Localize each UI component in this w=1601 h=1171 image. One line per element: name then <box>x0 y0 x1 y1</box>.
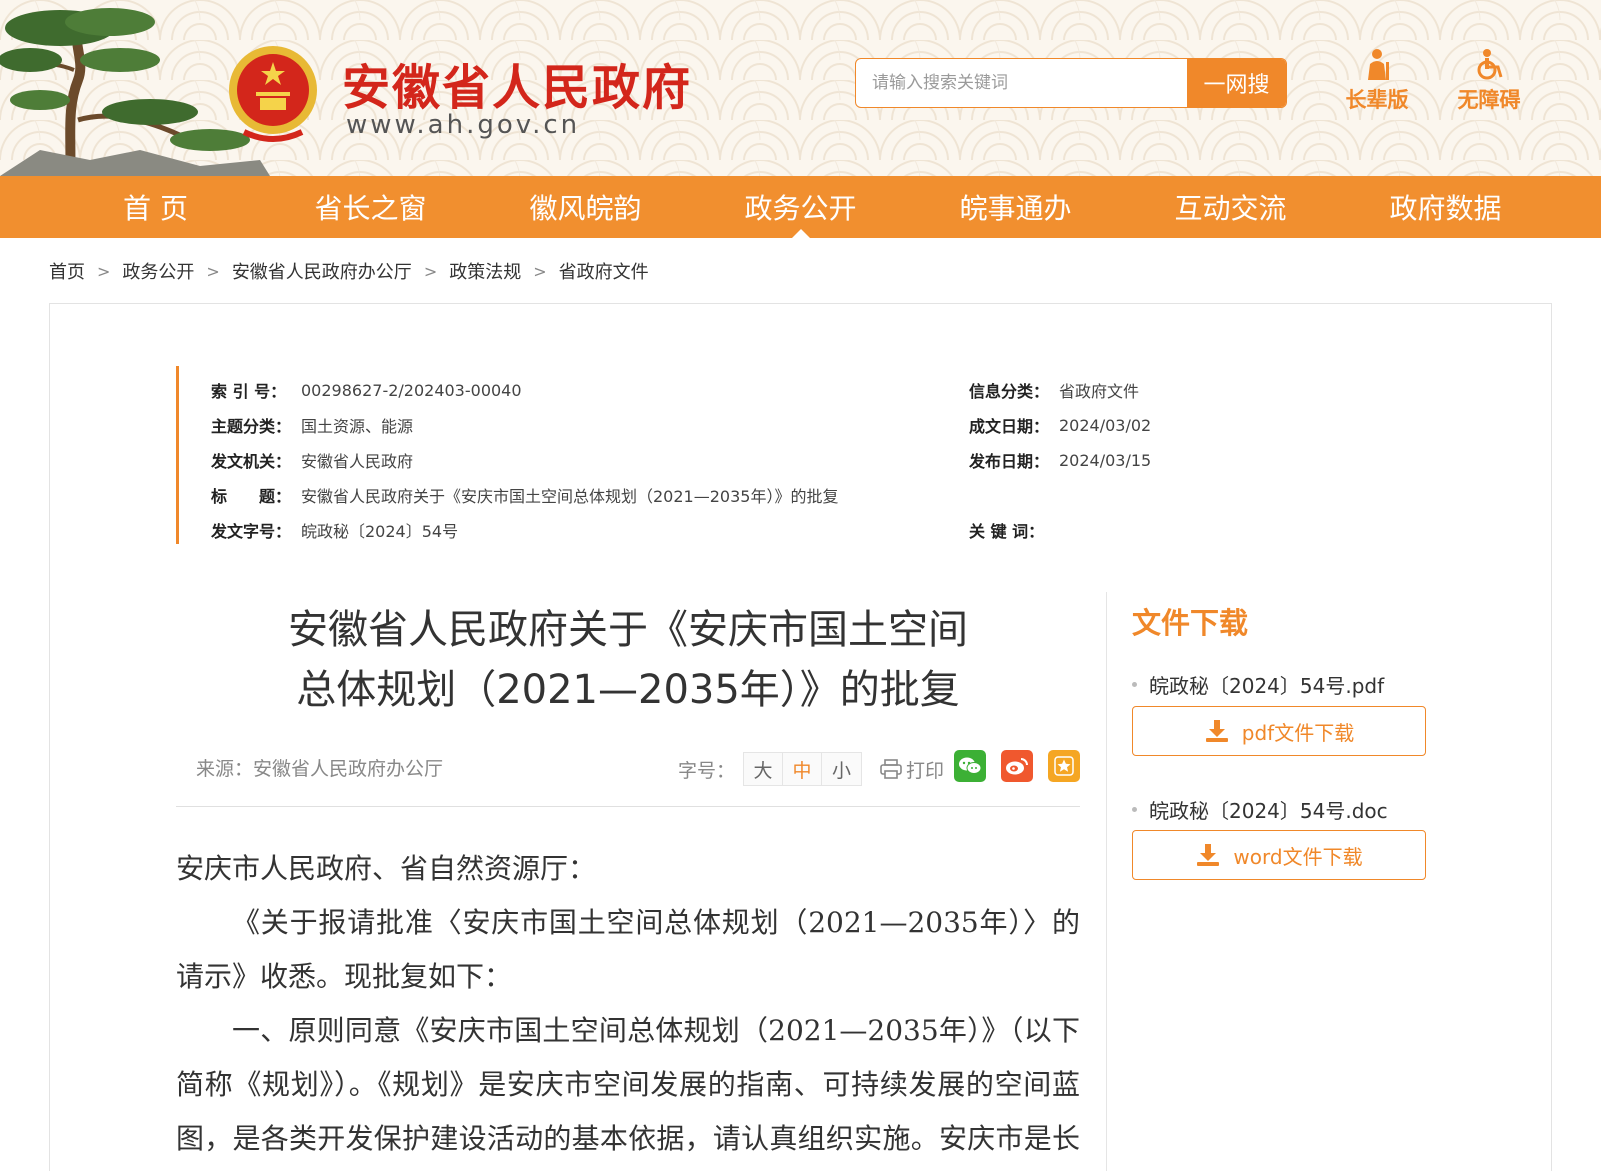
weibo-icon <box>1006 758 1028 775</box>
download-file-name: 皖政秘〔2024〕54号.pdf <box>1132 670 1384 699</box>
chevron-right-icon: > <box>206 261 220 281</box>
article-body: 安庆市人民政府、省自然资源厅： 《关于报请批准〈安庆市国土空间总体规划（2021… <box>176 842 1080 1171</box>
site-header: 安徽省人民政府 www.ah.gov.cn 一网搜 长辈版 无障碍 <box>0 0 1601 176</box>
share-wechat-button[interactable] <box>954 750 986 782</box>
meta-category: 信息分类： 省政府文件 <box>969 382 1140 401</box>
search-button[interactable]: 一网搜 <box>1187 59 1286 107</box>
downloads-title: 文件下载 <box>1132 606 1249 640</box>
breadcrumb-policies[interactable]: 政策法规 <box>449 258 521 284</box>
nav-interaction[interactable]: 互动交流 <box>1123 176 1338 238</box>
meta-keywords: 关 键 词： <box>969 522 1045 541</box>
nav-government-affairs[interactable]: 政务公开 <box>693 176 908 238</box>
search-box: 一网搜 <box>855 58 1287 108</box>
breadcrumb-provincial-documents[interactable]: 省政府文件 <box>559 258 649 284</box>
print-label: 打印 <box>906 759 945 782</box>
pdf-download-button[interactable]: pdf文件下载 <box>1132 706 1426 756</box>
main-nav: 首 页 省长之窗 徽风皖韵 政务公开 皖事通办 互动交流 政府数据 <box>0 176 1601 238</box>
accessibility-mode-label: 无障碍 <box>1457 88 1521 112</box>
elder-icon <box>1368 49 1389 80</box>
breadcrumb-home[interactable]: 首页 <box>49 258 85 284</box>
bullet-icon <box>1132 807 1137 812</box>
bullet-icon <box>1132 682 1137 687</box>
print-button[interactable]: 打印 <box>880 756 944 783</box>
font-size-switch: 大 中 小 <box>743 752 863 786</box>
star-icon <box>1054 756 1074 776</box>
meta-topic: 主题分类： 国土资源、能源 <box>211 417 414 436</box>
wechat-icon <box>959 757 982 774</box>
nav-services[interactable]: 皖事通办 <box>908 176 1123 238</box>
breadcrumb-general-office[interactable]: 安徽省人民政府办公厅 <box>232 258 412 284</box>
word-download-button[interactable]: word文件下载 <box>1132 830 1426 880</box>
font-size-medium-button[interactable]: 中 <box>783 753 823 785</box>
chevron-right-icon: > <box>423 261 438 281</box>
article-paragraph: 《关于报请批准〈安庆市国土空间总体规划（2021—2035年）〉的请示》收悉。现… <box>176 906 1080 993</box>
wheelchair-icon <box>1477 49 1503 80</box>
breadcrumb-government-affairs[interactable]: 政务公开 <box>122 258 194 284</box>
site-url: www.ah.gov.cn <box>346 110 581 140</box>
elder-mode-label: 长辈版 <box>1345 88 1409 112</box>
accessibility-mode-link[interactable]: 无障碍 <box>1449 48 1529 114</box>
article-source: 来源：安徽省人民政府办公厅 <box>196 758 444 780</box>
nav-government-data[interactable]: 政府数据 <box>1338 176 1553 238</box>
article-divider <box>176 806 1080 807</box>
download-icon <box>1205 720 1228 742</box>
font-size-large-button[interactable]: 大 <box>744 753 784 785</box>
meta-index: 索 引 号： 00298627-2/202403-00040 <box>211 380 522 402</box>
chevron-right-icon: > <box>533 261 547 281</box>
nav-home[interactable]: 首 页 <box>48 176 263 238</box>
download-icon <box>1197 844 1220 866</box>
meta-doc-number: 发文字号： 皖政秘〔2024〕54号 <box>211 522 459 541</box>
download-file-name: 皖政秘〔2024〕54号.doc <box>1132 795 1388 824</box>
breadcrumb: 首页 > 政务公开 > 安徽省人民政府办公厅 > 政策法规 > 省政府文件 <box>49 258 649 284</box>
printer-icon <box>880 759 902 779</box>
article-paragraph: 安庆市人民政府、省自然资源厅： <box>176 852 597 885</box>
site-title: 安徽省人民政府 <box>342 60 693 116</box>
elder-mode-link[interactable]: 长辈版 <box>1337 48 1417 114</box>
document-metadata: 索 引 号： 00298627-2/202403-00040 信息分类： 省政府… <box>176 366 1276 544</box>
font-size-tools: 字号： 大 中 小 打印 <box>678 752 944 786</box>
column-divider <box>1106 592 1107 1171</box>
nav-culture[interactable]: 徽风皖韵 <box>478 176 693 238</box>
chevron-right-icon: > <box>97 261 111 281</box>
share-weibo-button[interactable] <box>1001 750 1033 782</box>
article-paragraph: 一、原则同意《安庆市国土空间总体规划（2021—2035年）》（以下简称《规划》… <box>176 1014 1080 1155</box>
font-size-small-button[interactable]: 小 <box>822 753 862 785</box>
meta-created-date: 成文日期： 2024/03/02 <box>969 415 1152 437</box>
article-title: 安徽省人民政府关于《安庆市国土空间 总体规划（2021—2035年）》的批复 <box>288 607 968 713</box>
font-size-label: 字号： <box>678 759 736 782</box>
meta-title: 标 题： 安徽省人民政府关于《安庆市国土空间总体规划（2021—2035年）》的… <box>211 487 839 506</box>
national-emblem-icon <box>229 46 317 142</box>
search-input[interactable] <box>856 59 1188 107</box>
meta-issuer: 发文机关： 安徽省人民政府 <box>211 452 414 471</box>
meta-published-date: 发布日期： 2024/03/15 <box>969 450 1152 472</box>
nav-governor-window[interactable]: 省长之窗 <box>263 176 478 238</box>
favorite-button[interactable] <box>1048 750 1080 782</box>
